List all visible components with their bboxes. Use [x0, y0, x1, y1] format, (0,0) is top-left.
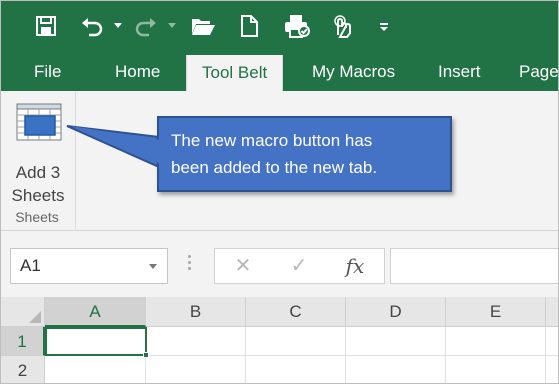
cell-f1[interactable] [546, 327, 558, 356]
name-box[interactable]: A1 [10, 248, 168, 284]
fill-handle[interactable] [143, 352, 149, 358]
tab-home[interactable]: Home [115, 53, 160, 91]
worksheet-grid: A B C D E 1 2 [1, 297, 558, 383]
quick-access-toolbar [1, 1, 558, 53]
cell-b1[interactable] [146, 327, 246, 356]
button-label-line1: Add 3 [15, 163, 61, 182]
column-header-d[interactable]: D [346, 297, 446, 327]
cell-c1[interactable] [246, 327, 346, 356]
drag-handle-icon[interactable] [188, 255, 192, 275]
formula-buttons: ✕ ✓ fx [214, 248, 385, 284]
undo-icon[interactable] [79, 11, 105, 41]
name-box-value: A1 [20, 256, 41, 275]
insert-function-icon[interactable]: fx [335, 249, 375, 283]
cell-b2[interactable] [146, 356, 246, 383]
tab-tool-belt[interactable]: Tool Belt [186, 55, 284, 91]
column-header-b[interactable]: B [146, 297, 246, 327]
callout-annotation: The new macro button has been added to t… [157, 116, 452, 192]
callout-line2: been added to the new tab. [171, 158, 378, 177]
column-header-a[interactable]: A [45, 297, 146, 327]
redo-icon[interactable] [133, 11, 159, 41]
tab-my-macros[interactable]: My Macros [312, 53, 395, 91]
tab-file[interactable]: File [34, 53, 61, 91]
button-label-line2: Sheets [11, 186, 65, 205]
cell-e2[interactable] [446, 356, 546, 383]
print-preview-icon[interactable] [282, 11, 312, 41]
new-document-icon[interactable] [237, 11, 261, 41]
enter-icon[interactable]: ✓ [279, 249, 319, 283]
undo-dropdown-icon[interactable] [114, 23, 122, 28]
tab-insert[interactable]: Insert [438, 53, 481, 91]
ribbon-tab-bar: File Home Tool Belt My Macros Insert Pag… [1, 53, 558, 91]
excel-window: File Home Tool Belt My Macros Insert Pag… [0, 0, 559, 384]
add-3-sheets-button[interactable]: Add 3 Sheets [5, 101, 71, 205]
sheets-group: Add 3 Sheets Sheets [1, 91, 76, 231]
column-header-e[interactable]: E [446, 297, 546, 327]
touch-mode-icon[interactable] [328, 11, 356, 41]
cell-d2[interactable] [346, 356, 446, 383]
cell-e1[interactable] [446, 327, 546, 356]
column-header-c[interactable]: C [246, 297, 346, 327]
save-icon[interactable] [33, 11, 59, 41]
row-header-2[interactable]: 2 [1, 356, 45, 383]
cell-f2[interactable] [546, 356, 558, 383]
cell-d1[interactable] [346, 327, 446, 356]
sheet-table-icon [16, 103, 62, 141]
active-cell-a1[interactable] [45, 327, 149, 358]
add-3-sheets-label: Add 3 Sheets [5, 161, 71, 207]
customize-toolbar-icon[interactable] [376, 11, 392, 41]
cancel-icon[interactable]: ✕ [223, 249, 263, 283]
row-header-1[interactable]: 1 [1, 327, 45, 356]
formula-input[interactable] [390, 248, 558, 284]
open-folder-icon[interactable] [189, 11, 217, 41]
cell-a2[interactable] [45, 356, 146, 383]
name-box-dropdown-icon[interactable] [149, 264, 157, 269]
tab-page-layout[interactable]: Page [519, 53, 558, 91]
column-header-f[interactable] [546, 297, 558, 327]
formula-bar-area: A1 ✕ ✓ fx [1, 231, 558, 297]
callout-line1: The new macro button has [171, 131, 373, 150]
select-all-button[interactable] [1, 297, 45, 327]
redo-dropdown-icon[interactable] [168, 23, 176, 28]
group-label: Sheets [15, 209, 59, 225]
cell-c2[interactable] [246, 356, 346, 383]
